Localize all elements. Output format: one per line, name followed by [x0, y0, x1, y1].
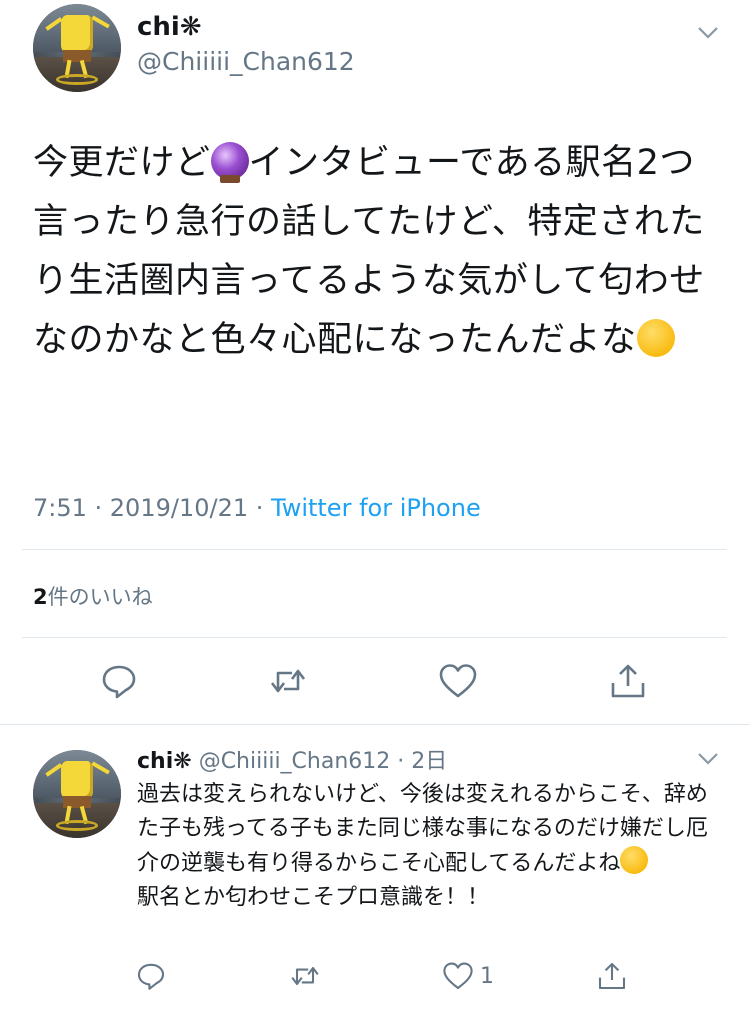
- author-avatar[interactable]: [33, 4, 121, 92]
- likes-count: 2: [33, 585, 48, 609]
- reply-text: 過去は変えられないけど、今後は変えれるからこそ、辞めた子も残ってる子もまた同じ様…: [137, 778, 717, 915]
- reply-time[interactable]: · 2日: [397, 749, 447, 774]
- divider: [0, 724, 750, 725]
- author-handle[interactable]: @Chiiiii_Chan612: [137, 47, 355, 76]
- share-button[interactable]: [608, 661, 648, 701]
- reply-like-count: 1: [480, 963, 494, 989]
- reply-like-button[interactable]: 1: [442, 959, 494, 993]
- tweet-timestamp: 7:51 · 2019/10/21 ·: [33, 494, 271, 522]
- retweet-icon: [291, 966, 319, 986]
- chevron-down-icon[interactable]: [697, 752, 719, 766]
- likes-summary[interactable]: 2件のいいね: [33, 581, 153, 611]
- tweet-meta: 7:51 · 2019/10/21 · Twitter for iPhone: [33, 494, 481, 522]
- reply-icon: [137, 963, 165, 990]
- reply-author-name[interactable]: chi❋: [137, 749, 192, 774]
- chevron-down-icon[interactable]: [697, 26, 719, 40]
- reply-reply-button[interactable]: [135, 959, 167, 993]
- loudly-crying-face-icon: [620, 846, 649, 874]
- reply-author-avatar[interactable]: [33, 750, 121, 838]
- reply-author-handle[interactable]: @Chiiiii_Chan612: [199, 749, 391, 774]
- crystal-ball-icon: [210, 142, 249, 183]
- share-icon: [611, 664, 645, 698]
- tweet-source-link[interactable]: Twitter for iPhone: [271, 494, 481, 522]
- reply-retweet-button[interactable]: [289, 959, 321, 993]
- likes-label: 件のいいね: [47, 585, 153, 609]
- divider: [22, 637, 727, 638]
- retweet-icon: [270, 669, 306, 693]
- share-icon: [598, 962, 626, 990]
- heart-icon: [443, 962, 473, 990]
- reply-icon: [102, 665, 136, 699]
- thinking-face-icon: [636, 319, 675, 357]
- tweet-text: 今更だけど インタビューである駅名2つ言ったり急行の話してたけど、特定されたり生活…: [33, 134, 723, 370]
- reply-text-part2: 駅名とか匂わせこそプロ意識を！！: [137, 885, 490, 910]
- like-button[interactable]: [438, 661, 478, 701]
- retweet-button[interactable]: [268, 661, 308, 701]
- reply-header: chi❋ @Chiiiii_Chan612 · 2日: [137, 743, 447, 775]
- reply-share-button[interactable]: [596, 959, 628, 993]
- author-name[interactable]: chi❋: [137, 12, 202, 42]
- tweet-text-part1: 今更だけど: [33, 143, 211, 183]
- reply-button[interactable]: [99, 661, 139, 701]
- heart-icon: [439, 664, 477, 698]
- divider: [22, 549, 727, 550]
